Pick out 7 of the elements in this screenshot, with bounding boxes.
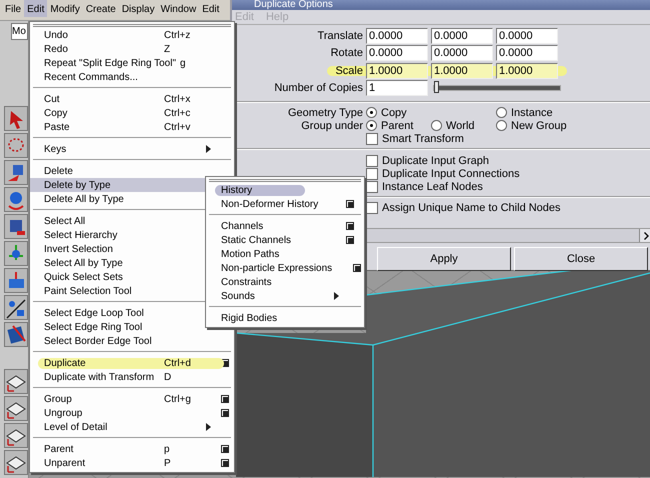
dialog-title: Duplicate Options — [232, 0, 650, 10]
field-label: Number of Copies — [273, 82, 364, 94]
field-label: Group under — [300, 120, 364, 132]
field-label: Scale — [334, 64, 364, 77]
field-label: Translate — [316, 30, 364, 42]
field-label: Geometry Type — [287, 106, 364, 118]
field-label: Rotate — [330, 47, 364, 60]
